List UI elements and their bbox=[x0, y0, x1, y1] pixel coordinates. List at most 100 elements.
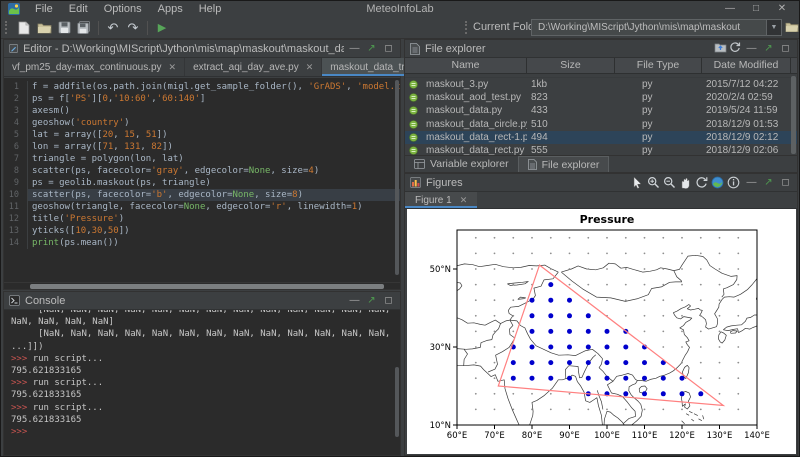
figure-canvas[interactable]: Pressure60°E70°E80°E90°E100°E110°E120°E1… bbox=[407, 209, 796, 454]
file-row[interactable]: maskout_data_rect.py555py2018/12/9 02:06 bbox=[405, 144, 797, 155]
pressure-map: Pressure60°E70°E80°E90°E100°E110°E120°E1… bbox=[407, 209, 796, 454]
tab-label: Variable explorer bbox=[430, 158, 509, 170]
figures-minimize-icon[interactable]: — bbox=[745, 175, 758, 191]
refresh-icon[interactable] bbox=[729, 40, 741, 58]
console-maximize-icon[interactable]: ◻ bbox=[382, 293, 395, 309]
editor-title: Editor - D:\Working\MIScript\Jython\mis\… bbox=[23, 43, 344, 55]
save-all-button[interactable] bbox=[74, 19, 94, 37]
scrollbar-thumb[interactable] bbox=[30, 284, 384, 289]
code-line: 3axesm() bbox=[4, 105, 400, 117]
editor-panel: Editor - D:\Working\MIScript\Jython\mis\… bbox=[3, 39, 401, 290]
save-button[interactable] bbox=[54, 19, 74, 37]
file-table: maskout_3.py1kbpy2015/7/12 04:22maskout_… bbox=[405, 74, 797, 155]
zoom-out-tool-icon[interactable] bbox=[661, 175, 677, 190]
editor-icon bbox=[9, 43, 18, 54]
file-explorer-maximize-icon[interactable]: ◻ bbox=[779, 41, 792, 57]
table-icon bbox=[414, 159, 430, 169]
x-tick-label: 100°E bbox=[594, 431, 620, 441]
file-explorer-scrollbar[interactable] bbox=[791, 76, 796, 154]
tab-label: File explorer bbox=[542, 159, 600, 171]
tab-file-explorer[interactable]: File explorer bbox=[518, 156, 610, 172]
file-table-header[interactable]: NameSizeFile TypeDate Modified bbox=[405, 58, 797, 74]
close-button[interactable]: ✕ bbox=[769, 1, 795, 16]
tab-variable-explorer[interactable]: Variable explorer bbox=[405, 156, 518, 172]
explorer-tab-strip: Variable explorer File explorer bbox=[405, 155, 797, 172]
globe-tool-icon[interactable] bbox=[709, 175, 725, 190]
figure-title: Pressure bbox=[580, 213, 635, 226]
figure-tab[interactable]: Figure 1 ✕ bbox=[405, 192, 477, 208]
editor-vertical-scrollbar[interactable] bbox=[395, 80, 399, 275]
rotate-tool-icon[interactable] bbox=[693, 175, 709, 190]
menu-file[interactable]: File bbox=[27, 2, 61, 16]
editor-maximize-icon[interactable]: ◻ bbox=[382, 41, 395, 57]
file-date-cell: 2020/2/4 02:59 bbox=[702, 92, 791, 103]
menu-help[interactable]: Help bbox=[191, 2, 230, 16]
column-header[interactable]: Name bbox=[405, 58, 527, 73]
menu-options[interactable]: Options bbox=[96, 2, 150, 16]
minimize-button[interactable]: — bbox=[717, 1, 743, 16]
file-icon bbox=[528, 159, 542, 170]
code-line: 8scatter(ps, facecolor='gray', edgecolor… bbox=[4, 165, 400, 177]
code-text: geoshow(triangle, facecolor=None, edgeco… bbox=[28, 201, 400, 213]
code-line: 2ps = f['PS'][0,'10:60','60:140'] bbox=[4, 93, 400, 105]
console-minimize-icon[interactable]: — bbox=[348, 293, 361, 309]
close-icon[interactable]: ✕ bbox=[460, 195, 468, 206]
info-icon[interactable] bbox=[725, 175, 741, 190]
editor-tab-label: vf_pm25_day-max_continuous.py bbox=[12, 62, 162, 73]
code-line: 14print(ps.mean()) bbox=[4, 237, 400, 249]
menu-edit[interactable]: Edit bbox=[61, 2, 96, 16]
open-file-button[interactable] bbox=[34, 19, 54, 37]
file-row[interactable]: maskout_aod_test.py823py2020/2/4 02:59 bbox=[405, 91, 797, 104]
column-header[interactable]: File Type bbox=[615, 58, 702, 73]
y-tick-label: 50°N bbox=[430, 265, 451, 275]
editor-tab[interactable]: extract_aqi_day_ave.py✕ bbox=[185, 58, 322, 76]
code-text: scatter(ps, facecolor='b', edgecolor=Non… bbox=[28, 189, 400, 201]
figures-float-icon[interactable]: ↗ bbox=[762, 175, 775, 191]
chevron-down-icon[interactable]: ▼ bbox=[766, 20, 781, 35]
pointer-tool-icon[interactable] bbox=[629, 175, 645, 190]
column-header[interactable]: Size bbox=[527, 58, 615, 73]
editor-minimize-icon[interactable]: — bbox=[348, 41, 361, 57]
file-row[interactable]: maskout_data_circle.py510py2018/12/9 01:… bbox=[405, 118, 797, 131]
browse-folder-button[interactable] bbox=[785, 20, 799, 34]
line-number: 3 bbox=[4, 105, 28, 117]
editor-tab[interactable]: vf_pm25_day-max_continuous.py ✕ bbox=[4, 58, 185, 76]
undo-button[interactable]: ↶ bbox=[103, 19, 123, 37]
file-explorer-float-icon[interactable]: ↗ bbox=[762, 41, 775, 57]
console-float-icon[interactable]: ↗ bbox=[365, 293, 378, 309]
run-script-button[interactable]: ▶ bbox=[152, 19, 172, 37]
editor-float-icon[interactable]: ↗ bbox=[365, 41, 378, 57]
redo-button[interactable]: ↷ bbox=[123, 19, 143, 37]
column-header[interactable]: Date Modified bbox=[702, 58, 791, 73]
x-tick-label: 80°E bbox=[522, 431, 542, 441]
maximize-button[interactable]: □ bbox=[743, 1, 769, 16]
close-icon[interactable]: ✕ bbox=[306, 62, 314, 73]
file-row[interactable]: maskout_data.py433py2019/5/24 11:59 bbox=[405, 104, 797, 117]
editor-horizontal-scrollbar[interactable] bbox=[4, 282, 400, 289]
file-row[interactable]: maskout_data_rect-1.py494py2018/12/9 02:… bbox=[405, 131, 797, 144]
app-title: MeteoInfoLab bbox=[301, 3, 499, 15]
file-name: maskout_data_circle.py bbox=[426, 119, 527, 130]
file-date-cell: 2018/12/9 02:06 bbox=[702, 145, 791, 155]
file-row[interactable]: maskout_3.py1kbpy2015/7/12 04:22 bbox=[405, 78, 797, 91]
console-output[interactable]: [NaN, NaN, NaN, NaN, NaN, NaN, NaN, NaN,… bbox=[4, 310, 400, 455]
window-controls: — □ ✕ bbox=[717, 1, 795, 16]
console-scrollbar[interactable] bbox=[395, 367, 399, 437]
zoom-in-tool-icon[interactable] bbox=[645, 175, 661, 190]
code-editor[interactable]: 1f = addfile(os.path.join(migl.get_sampl… bbox=[4, 78, 400, 282]
current-folder-combobox[interactable]: D:\Working\MIScript\Jython\mis\map\masko… bbox=[531, 19, 782, 36]
file-name: maskout_data_rect-1.py bbox=[426, 132, 527, 143]
close-icon[interactable]: ✕ bbox=[169, 62, 177, 73]
code-text: yticks([10,30,50]) bbox=[28, 225, 400, 237]
folder-up-icon[interactable] bbox=[714, 40, 727, 58]
new-file-button[interactable] bbox=[14, 19, 34, 37]
code-text: axesm() bbox=[28, 105, 400, 117]
file-explorer-minimize-icon[interactable]: — bbox=[745, 41, 758, 57]
figures-header: Figures — ↗ ◻ bbox=[405, 174, 797, 192]
code-text: print(ps.mean()) bbox=[28, 237, 400, 249]
figures-maximize-icon[interactable]: ◻ bbox=[779, 175, 792, 191]
pan-tool-icon[interactable] bbox=[677, 175, 693, 190]
line-number: 9 bbox=[4, 177, 28, 189]
menu-apps[interactable]: Apps bbox=[150, 2, 191, 16]
file-size-cell: 433 bbox=[527, 105, 615, 116]
